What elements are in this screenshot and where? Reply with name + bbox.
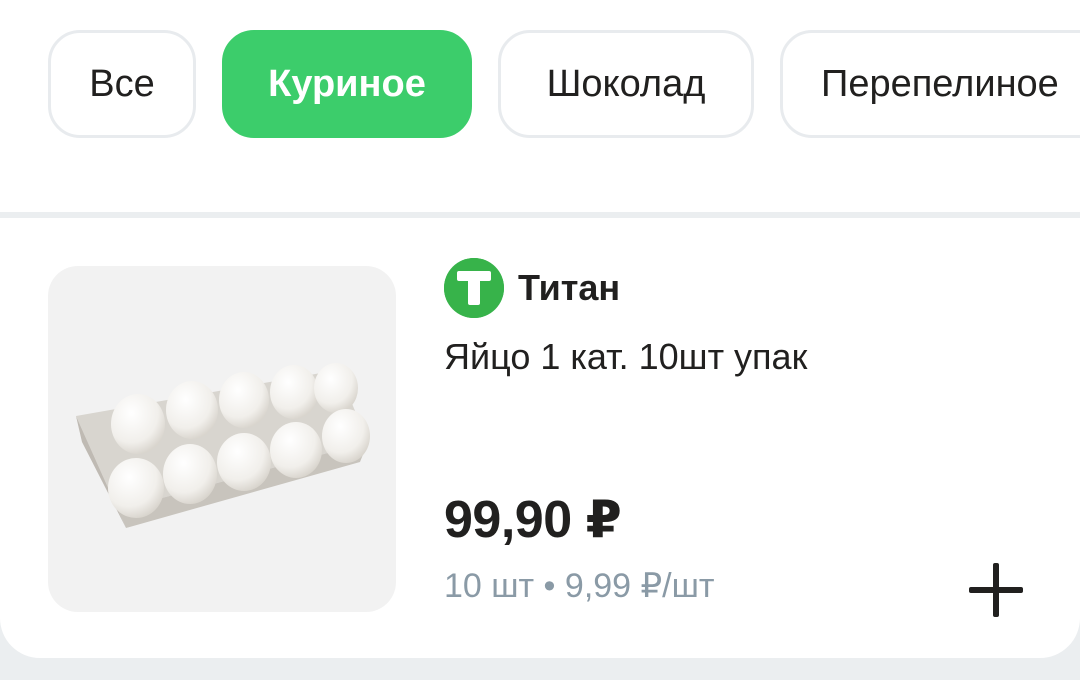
plus-icon — [969, 563, 1023, 617]
category-chips: Все Куриное Шоколад Перепелиное — [48, 30, 1080, 138]
chip-label: Шоколад — [546, 62, 706, 105]
egg-carton-icon — [76, 363, 370, 528]
chip-chocolate[interactable]: Шоколад — [498, 30, 754, 138]
brand-logo — [444, 258, 504, 318]
chip-label: Все — [89, 62, 155, 105]
brand-logo-icon — [444, 258, 504, 318]
product-image[interactable] — [48, 266, 396, 612]
product-title: Яйцо 1 кат. 10шт упак — [444, 336, 808, 377]
product-card[interactable]: Титан Яйцо 1 кат. 10шт упак 99,90 ₽ 10 ш… — [0, 218, 1080, 658]
chip-chicken[interactable]: Куриное — [222, 30, 472, 138]
chip-label: Куриное — [268, 62, 426, 105]
brand-name: Титан — [518, 267, 621, 308]
chip-all[interactable]: Все — [48, 30, 196, 138]
product-price: 99,90 ₽ — [444, 491, 622, 549]
chip-label: Перепелиное — [821, 62, 1059, 105]
unit-price-info: 10 шт • 9,99 ₽/шт — [444, 567, 715, 605]
add-to-cart-button[interactable] — [960, 554, 1032, 626]
filter-bar: Все Куриное Шоколад Перепелиное — [0, 0, 1080, 212]
brand-row: Титан — [444, 258, 621, 318]
chip-quail[interactable]: Перепелиное — [780, 30, 1080, 138]
